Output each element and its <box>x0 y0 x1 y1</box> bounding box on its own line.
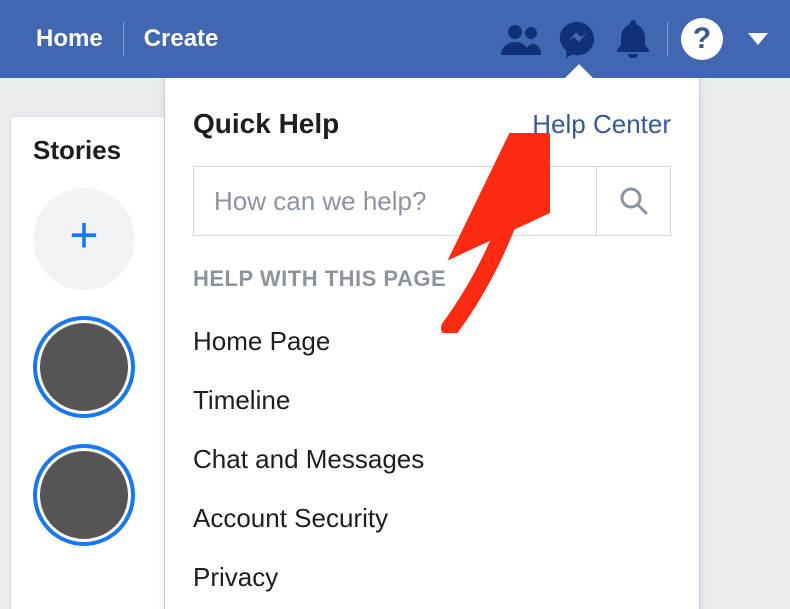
help-item-security[interactable]: Account Security <box>193 489 671 548</box>
story-avatar <box>40 451 128 539</box>
stories-card: Stories + <box>10 116 170 609</box>
story-avatar <box>40 323 128 411</box>
help-item-homepage[interactable]: Home Page <box>193 312 671 371</box>
friends-icon[interactable] <box>493 11 549 67</box>
help-center-link[interactable]: Help Center <box>532 109 671 140</box>
plus-icon: + <box>69 206 98 264</box>
stories-title: Stories <box>33 135 157 166</box>
help-item-timeline[interactable]: Timeline <box>193 371 671 430</box>
help-icon[interactable]: ? <box>674 11 730 67</box>
add-story-button[interactable]: + <box>33 188 135 290</box>
story-item[interactable] <box>33 444 135 546</box>
search-icon <box>619 186 649 216</box>
help-item-privacy[interactable]: Privacy <box>193 548 671 607</box>
quick-help-panel: Quick Help Help Center HELP WITH THIS PA… <box>164 78 700 609</box>
nav-create[interactable]: Create <box>130 25 233 53</box>
top-navbar: Home Create ? <box>0 0 790 78</box>
search-button[interactable] <box>596 167 670 235</box>
nav-home[interactable]: Home <box>22 25 117 53</box>
help-search-input[interactable] <box>194 167 596 235</box>
nav-separator <box>123 22 124 56</box>
bell-icon[interactable] <box>605 11 661 67</box>
page-body: Stories + Quick Help Help Center HELP WI… <box>0 78 790 609</box>
story-item[interactable] <box>33 316 135 418</box>
messenger-icon[interactable] <box>549 11 605 67</box>
help-item-chat[interactable]: Chat and Messages <box>193 430 671 489</box>
nav-separator-2 <box>667 22 668 56</box>
quick-help-title: Quick Help <box>193 108 339 140</box>
help-section-label: HELP WITH THIS PAGE <box>193 266 671 292</box>
account-dropdown-icon[interactable] <box>748 33 768 45</box>
help-search-row <box>193 166 671 236</box>
